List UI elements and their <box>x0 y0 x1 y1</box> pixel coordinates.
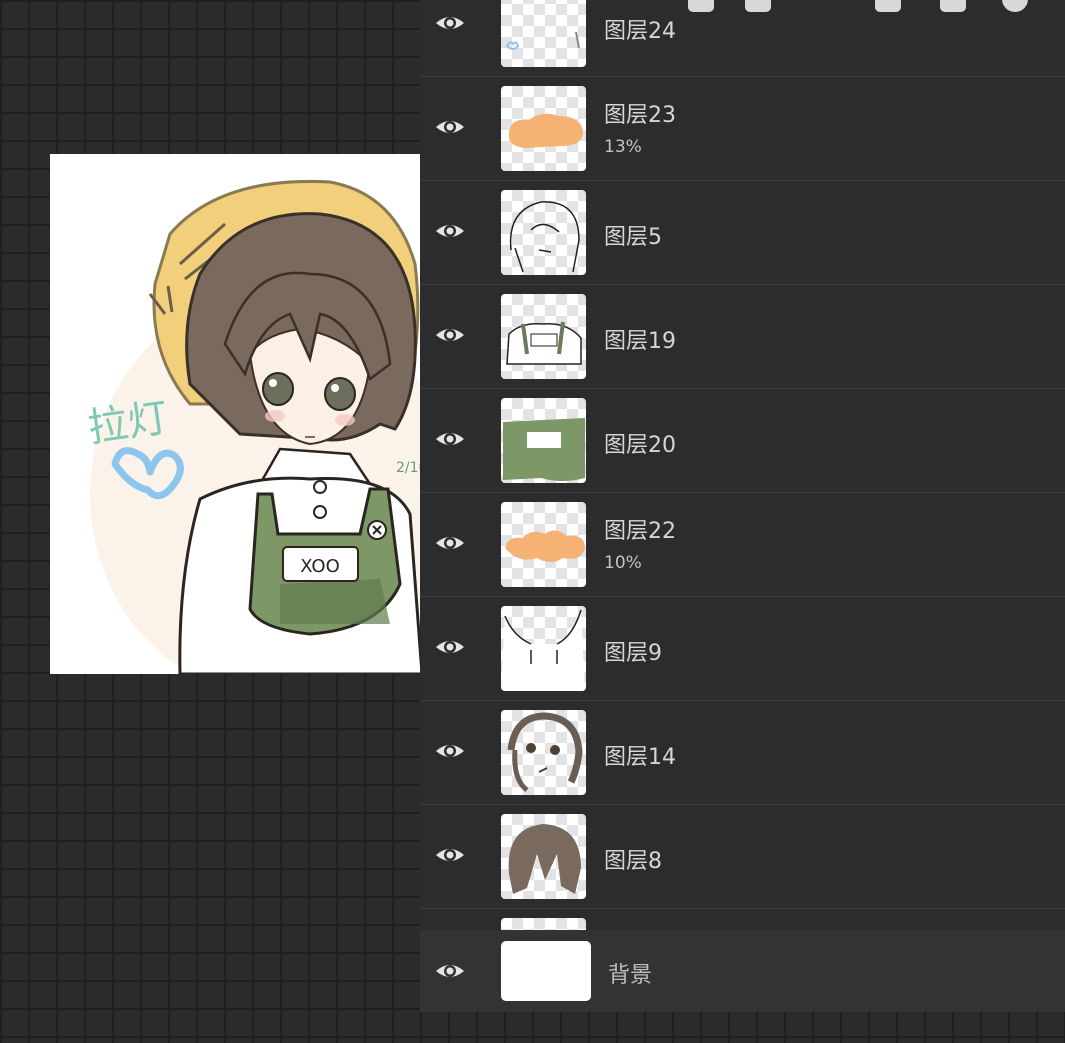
layer-row[interactable]: 图层9 <box>420 597 1065 701</box>
eye-icon[interactable] <box>434 11 466 35</box>
date-text: 2/10 <box>396 460 422 476</box>
layer-row[interactable]: 图层19 <box>420 285 1065 389</box>
layer-thumbnail <box>501 294 586 379</box>
layer-opacity: 10% <box>604 553 642 573</box>
eye-icon[interactable] <box>434 635 466 659</box>
artwork-illustration: XOO 拉灯 2/10 <box>85 179 422 674</box>
layer-name: 图层19 <box>604 329 676 354</box>
eye-icon[interactable] <box>434 959 466 983</box>
background-layer-row[interactable]: 背景 <box>420 930 1065 1012</box>
eye-icon[interactable] <box>434 843 466 867</box>
layer-opacity: 13% <box>604 137 642 157</box>
layer-thumbnail <box>501 502 586 587</box>
layer-thumbnail <box>501 86 586 171</box>
layer-thumbnail <box>501 710 586 795</box>
layer-thumbnail <box>501 606 586 691</box>
layer-name: 图层20 <box>604 433 676 458</box>
layers-panel: 图层24 图层23 13% 图层5 图层19 图层20 图层22 10% 图层9… <box>420 0 1065 1012</box>
layer-thumbnail <box>501 918 586 930</box>
layer-row[interactable]: 图层14 <box>420 701 1065 805</box>
eye-icon[interactable] <box>434 739 466 763</box>
layer-row[interactable]: 图层23 13% <box>420 77 1065 181</box>
background-layer-name: 背景 <box>608 963 653 988</box>
layer-name: 图层14 <box>604 745 676 770</box>
eye-icon[interactable] <box>434 323 466 347</box>
layer-row[interactable]: 图层24 <box>420 0 1065 77</box>
eye-icon[interactable] <box>434 531 466 555</box>
layer-thumbnail <box>501 398 586 483</box>
layer-thumbnail <box>501 0 586 67</box>
layer-thumbnail <box>501 190 586 275</box>
layer-name: 图层24 <box>604 19 676 44</box>
layer-name: 图层8 <box>604 849 662 874</box>
layer-name: 图层9 <box>604 641 662 666</box>
layer-row[interactable]: 图层22 10% <box>420 493 1065 597</box>
layer-name: 图层22 <box>604 519 676 544</box>
background-thumbnail <box>501 941 591 1001</box>
layer-row[interactable]: 图层5 <box>420 181 1065 285</box>
layer-name: 图层23 <box>604 103 676 128</box>
layer-thumbnail <box>501 814 586 899</box>
layer-row[interactable]: 图层20 <box>420 389 1065 493</box>
eye-icon[interactable] <box>434 427 466 451</box>
badge-text: XOO <box>300 556 340 577</box>
eye-icon[interactable] <box>434 115 466 139</box>
artwork-canvas[interactable]: XOO 拉灯 2/10 <box>50 154 422 674</box>
layer-row[interactable]: 图层8 <box>420 805 1065 909</box>
layer-row[interactable] <box>420 909 1065 930</box>
eye-icon[interactable] <box>434 219 466 243</box>
layer-name: 图层5 <box>604 225 662 250</box>
